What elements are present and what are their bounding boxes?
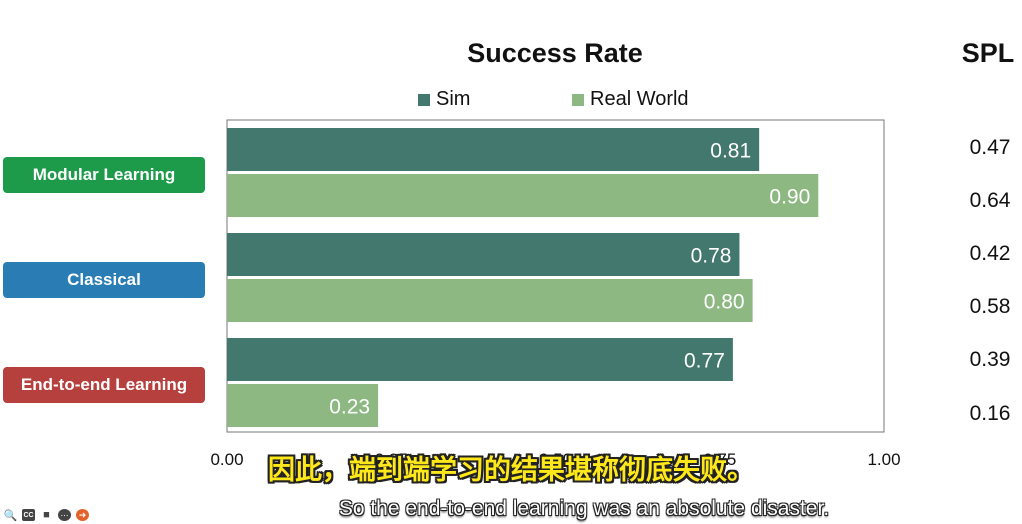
bar-sim [227, 128, 760, 171]
bar-real-world [227, 279, 753, 322]
spl-value: 0.39 [969, 348, 1011, 371]
bar-chart: 0.810.900.780.800.770.230.00 0.25 0.50 0.75… [210, 119, 901, 469]
spl-value: 0.64 [969, 189, 1011, 212]
search-icon[interactable]: 🔍 [4, 509, 18, 522]
captions-icon[interactable]: CC [22, 509, 35, 521]
bar-real-world [227, 174, 819, 217]
bar-sim [227, 338, 733, 381]
spl-value: 0.16 [969, 402, 1011, 425]
next-icon[interactable]: ➜ [76, 509, 89, 521]
player-toolbar: 🔍 CC ■ ⋯ ➜ [4, 509, 89, 522]
bar-value-label: 0.81 [710, 140, 751, 163]
spl-value: 0.58 [969, 295, 1011, 318]
camera-icon[interactable]: ■ [40, 509, 53, 521]
bar-value-label: 0.80 [704, 291, 745, 314]
bar-value-label: 0.90 [769, 186, 810, 209]
bar-value-label: 0.78 [691, 245, 732, 268]
subtitle-english: So the end-to-end learning was an absolu… [338, 497, 830, 520]
bar-value-label: 0.23 [329, 396, 370, 419]
more-icon[interactable]: ⋯ [58, 509, 71, 521]
bar-value-label: 0.77 [684, 350, 725, 373]
subtitle-chinese: 因此，端到端学习的结果堪称彻底失败。 [268, 455, 754, 485]
spl-value: 0.47 [969, 136, 1011, 159]
spl-value: 0.42 [969, 242, 1011, 265]
bar-sim [227, 233, 740, 276]
